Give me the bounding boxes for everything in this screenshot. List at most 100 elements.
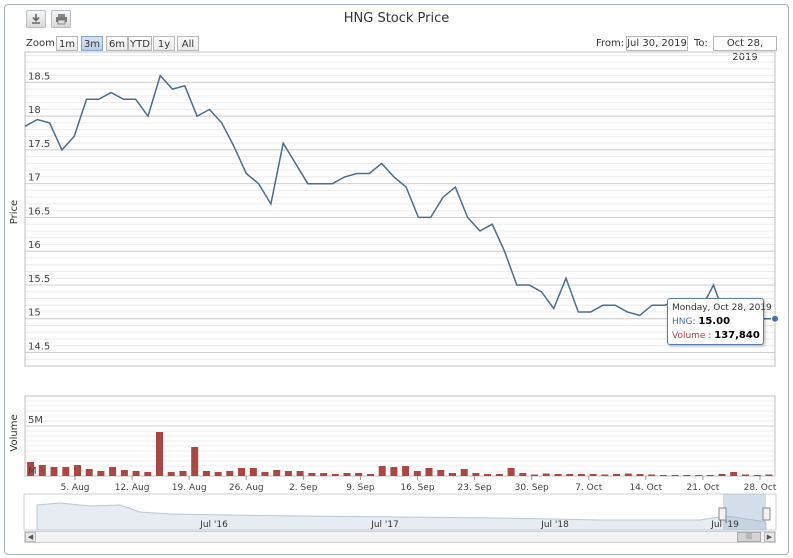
tooltip-series-label: HNG (672, 317, 693, 327)
volume-bar (472, 473, 480, 476)
volume-bar (413, 471, 421, 476)
volume-tick-label: M (28, 466, 37, 477)
volume-bar (179, 471, 187, 476)
navigator-right-handle[interactable] (762, 507, 771, 521)
volume-bar (120, 470, 128, 476)
volume-bar (284, 471, 292, 476)
x-tick-label: 12. Aug (115, 483, 150, 493)
volume-bar (367, 474, 374, 476)
tooltip-volume-value: 137,840 (714, 330, 760, 341)
volume-bar (671, 475, 679, 476)
price-marker (771, 314, 779, 323)
volume-bar (765, 474, 773, 476)
volume-axis-title: Volume (9, 414, 20, 451)
volume-bar (156, 432, 163, 476)
tooltip-volume-label: Volume (672, 331, 706, 341)
x-tick-label: 28. Oct (744, 483, 777, 493)
volume-bar (378, 466, 386, 476)
volume-bar (636, 474, 644, 476)
volume-bar (202, 471, 210, 476)
navigator-label: Jul '19 (710, 520, 739, 530)
volume-bar (449, 473, 456, 476)
volume-bar (589, 474, 597, 476)
volume-bar (85, 469, 93, 476)
volume-bar (425, 468, 433, 476)
volume-bars (27, 432, 773, 476)
volume-bar (50, 467, 58, 476)
volume-bar (730, 472, 738, 476)
volume-bar (238, 468, 245, 476)
volume-bar (261, 472, 269, 476)
volume-bar (167, 472, 175, 476)
volume-bar (695, 475, 703, 476)
volume-bar (355, 473, 363, 476)
volume-bar (753, 475, 761, 476)
price-tick-label: 15.5 (28, 274, 50, 285)
volume-bar (144, 472, 152, 476)
volume-bar (507, 468, 515, 476)
volume-bar (402, 466, 410, 476)
volume-bar (331, 474, 339, 476)
x-tick-label: 7. Oct (575, 483, 602, 493)
volume-bar (226, 471, 234, 476)
volume-bar (74, 465, 81, 476)
price-tick-label: 18.5 (28, 71, 50, 82)
volume-bar (613, 474, 620, 476)
price-grid (24, 51, 776, 367)
x-tick-label: 26. Aug (229, 483, 264, 493)
x-tick-label: 21. Oct (687, 483, 720, 493)
scrollbar-thumb[interactable]: ||| (737, 532, 761, 542)
volume-bar (191, 447, 199, 476)
x-tick-label: 5. Aug (60, 483, 89, 493)
volume-grid (24, 395, 776, 477)
scroll-left-arrow[interactable]: ◀ (25, 532, 36, 542)
price-tick-label: 16 (28, 240, 41, 251)
volume-bar (437, 470, 445, 476)
volume-bar (460, 469, 468, 476)
tooltip-date: Monday, Oct 28, 2019 (672, 303, 772, 313)
volume-bar (390, 467, 398, 476)
volume-bar (296, 471, 304, 476)
volume-bar (97, 471, 105, 476)
navigator-label: Jul '17 (370, 520, 399, 530)
x-axis-ticks: 5. Aug 12. Aug 19. Aug 26. Aug 2. Sep 9. Sep 1… (60, 476, 777, 493)
price-tick-label: 18 (28, 105, 41, 116)
navigator-label: Jul '16 (199, 520, 228, 530)
volume-bar (109, 467, 117, 476)
volume-bar (273, 470, 281, 476)
volume-bar (542, 473, 550, 476)
x-tick-label: 9. Sep (346, 483, 375, 493)
volume-bar (132, 471, 140, 476)
volume-bar (62, 467, 70, 476)
volume-bar (38, 465, 46, 476)
x-tick-label: 2. Sep (289, 483, 318, 493)
navigator-label: Jul '18 (540, 520, 569, 530)
volume-bar (531, 474, 538, 476)
volume-bar (742, 474, 749, 476)
x-tick-label: 14. Oct (629, 483, 662, 493)
price-tick-label: 16.5 (28, 206, 50, 217)
price-tick-label: 15 (28, 308, 41, 319)
volume-bar (519, 473, 527, 476)
price-y-ticks: 14.5 15 15.5 16 16.5 17 17.5 18 18.5 (28, 71, 50, 352)
volume-bar (659, 475, 667, 476)
navigator-scrollbar[interactable]: ◀ ||| ▶ (24, 531, 776, 543)
volume-bar (566, 474, 574, 476)
volume-bar (718, 474, 726, 476)
volume-bar (343, 473, 351, 476)
volume-bar (683, 475, 691, 476)
volume-bar (624, 473, 632, 476)
volume-bar (706, 475, 714, 476)
data-tooltip: Monday, Oct 28, 2019 HNG: 15.00 Volume :… (667, 298, 772, 345)
volume-bar (320, 473, 328, 476)
navigator-left-handle[interactable] (718, 507, 727, 521)
volume-bar (601, 474, 609, 476)
x-tick-label: 30. Sep (515, 483, 549, 493)
x-tick-label: 16. Sep (400, 483, 434, 493)
scroll-right-arrow[interactable]: ▶ (764, 532, 775, 542)
volume-tick-label: 5M (28, 415, 43, 426)
tooltip-series-value: 15.00 (698, 316, 731, 327)
x-tick-label: 23. Sep (458, 483, 492, 493)
volume-bar (495, 474, 503, 476)
price-tick-label: 17.5 (28, 139, 50, 150)
